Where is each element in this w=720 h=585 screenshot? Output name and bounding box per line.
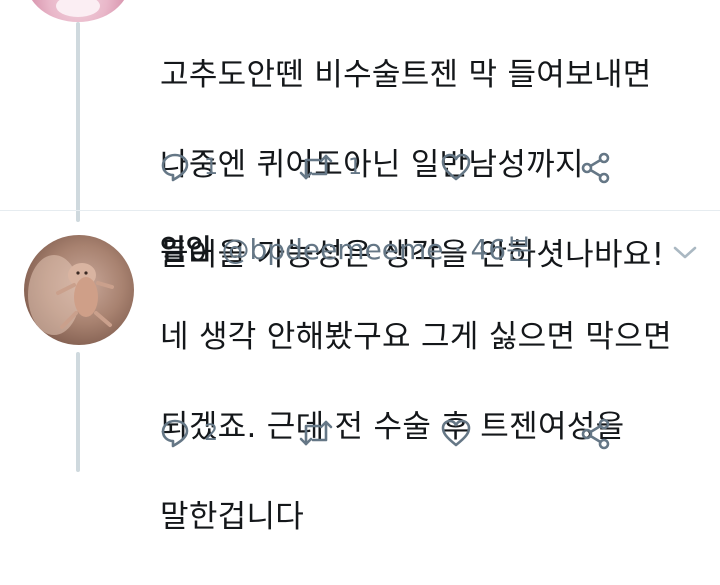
tweet-2-line-1: 네 생각 안해봤구요 그게 싫으면 막으면	[160, 319, 672, 355]
tweet-2-header: 임임 @bpdeemeeme · 46분	[160, 228, 532, 268]
retweet-icon	[299, 420, 333, 446]
thread-line-bottom	[76, 352, 80, 472]
avatar-previous-user[interactable]	[26, 0, 130, 22]
share-button[interactable]	[580, 418, 612, 450]
tweet-2-actions: 2	[160, 418, 630, 458]
retweet-count: 1	[348, 154, 362, 180]
retweet-button[interactable]	[298, 418, 334, 448]
retweet-icon	[299, 154, 333, 180]
reply-button[interactable]: 1	[160, 152, 218, 182]
reply-count: 1	[204, 154, 218, 180]
tweet-time[interactable]: 46분	[470, 228, 531, 268]
reply-icon	[161, 153, 189, 182]
separator-dot: ·	[453, 233, 463, 266]
avatar-user[interactable]	[24, 235, 134, 345]
heart-icon	[441, 153, 471, 181]
reply-count: 2	[204, 420, 218, 446]
like-button[interactable]	[440, 418, 472, 448]
mouse-photo-icon	[28, 255, 114, 335]
tweet-1-actions: 1 1	[160, 152, 630, 192]
tweet-1-line-1: 고추도안뗀 비수술트젠 막 들여보내면	[160, 57, 652, 93]
display-name[interactable]: 임임	[160, 228, 212, 268]
share-icon	[581, 152, 610, 184]
reply-button[interactable]: 2	[160, 418, 218, 448]
tweet-2-line-3: 말한겁니다	[160, 499, 305, 535]
thread-line-top	[76, 22, 80, 222]
user-handle[interactable]: @bpdeemeeme	[222, 233, 444, 266]
chevron-down-icon[interactable]	[672, 244, 698, 262]
retweet-button[interactable]: 1	[298, 152, 362, 182]
reply-icon	[161, 419, 189, 448]
heart-icon	[441, 419, 471, 447]
share-icon	[581, 418, 610, 450]
share-button[interactable]	[580, 152, 612, 184]
like-button[interactable]	[440, 152, 472, 182]
tweet-divider	[0, 210, 720, 211]
